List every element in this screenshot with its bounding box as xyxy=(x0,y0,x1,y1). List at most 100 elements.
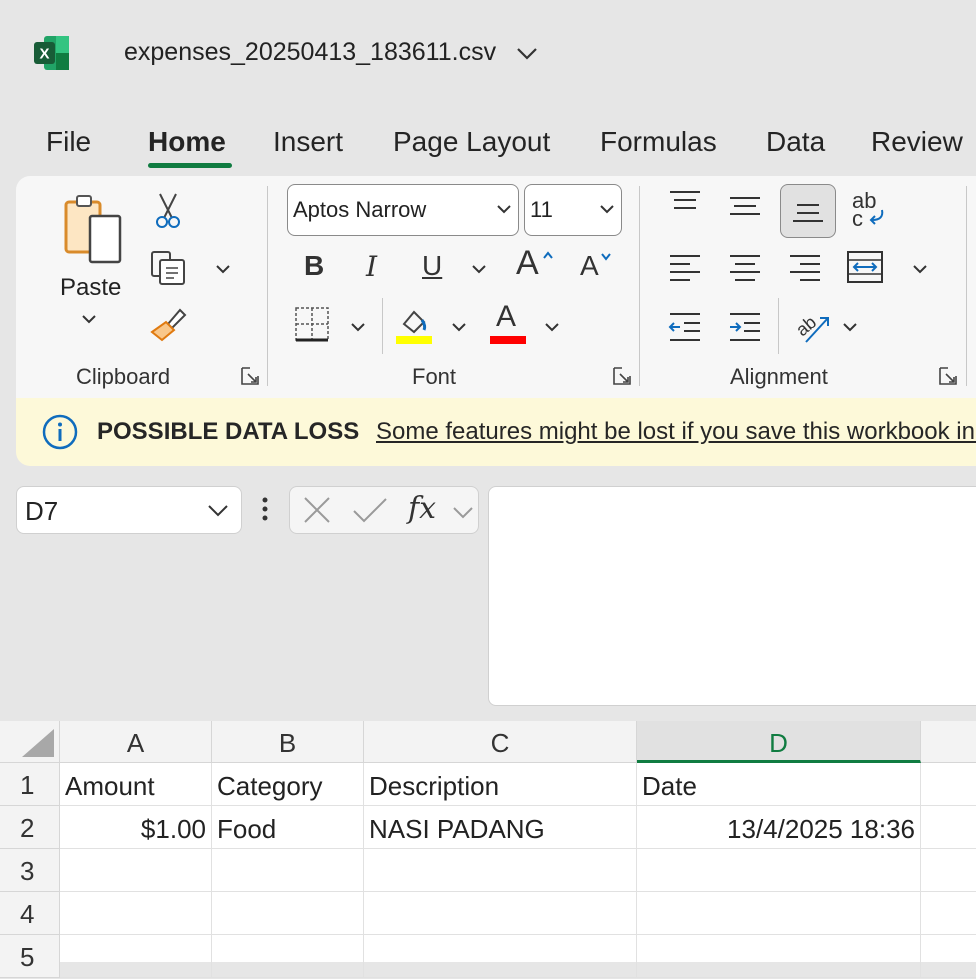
chevron-down-icon[interactable] xyxy=(452,505,474,519)
align-right-icon[interactable] xyxy=(788,252,822,291)
cell-a1[interactable]: Amount xyxy=(60,763,212,806)
cell-d3[interactable] xyxy=(637,849,921,892)
excel-icon[interactable]: X xyxy=(34,34,70,72)
italic-button[interactable]: I xyxy=(366,250,377,283)
increase-indent-icon[interactable] xyxy=(728,310,762,349)
font-size-combo[interactable]: 11 xyxy=(524,184,622,236)
paste-label[interactable]: Paste xyxy=(60,274,121,302)
chevron-down-icon xyxy=(497,205,511,214)
clipboard-dialog-launcher-icon[interactable] xyxy=(240,366,260,386)
insert-function-button[interactable]: fx xyxy=(408,491,436,526)
cell-a2[interactable]: $1.00 xyxy=(60,806,212,849)
underline-button[interactable]: U xyxy=(422,250,442,282)
cell-a5[interactable] xyxy=(60,935,212,978)
font-color-button[interactable]: A xyxy=(490,300,526,346)
column-header-b[interactable]: B xyxy=(212,721,364,763)
format-painter-icon[interactable] xyxy=(150,306,188,347)
formula-input[interactable] xyxy=(488,486,976,706)
enter-check-icon[interactable] xyxy=(352,495,388,525)
cut-icon[interactable] xyxy=(154,192,182,235)
cell-c3[interactable] xyxy=(364,849,637,892)
copy-icon[interactable] xyxy=(150,250,188,291)
file-title[interactable]: expenses_20250413_183611.csv xyxy=(124,38,496,67)
increase-font-size-button[interactable]: A xyxy=(516,244,556,284)
cell-a4[interactable] xyxy=(60,892,212,935)
tab-data[interactable]: Data xyxy=(766,126,825,158)
align-left-icon[interactable] xyxy=(668,252,702,291)
cell-b2[interactable]: Food xyxy=(212,806,364,849)
cell-d2[interactable]: 13/4/2025 18:36 xyxy=(637,806,921,849)
column-header-a[interactable]: A xyxy=(60,721,212,763)
cell-c5[interactable] xyxy=(364,935,637,978)
cell-b1[interactable]: Category xyxy=(212,763,364,806)
cell-e1[interactable] xyxy=(921,763,976,806)
alignment-group-label: Alignment xyxy=(730,364,828,389)
chevron-down-icon[interactable] xyxy=(514,40,540,66)
cell-d1[interactable]: Date xyxy=(637,763,921,806)
fill-color-dropdown-chevron-icon[interactable] xyxy=(451,320,467,338)
merge-dropdown-chevron-icon[interactable] xyxy=(912,262,928,280)
cell-b3[interactable] xyxy=(212,849,364,892)
font-name-combo[interactable]: Aptos Narrow xyxy=(287,184,519,236)
cell-e5[interactable] xyxy=(921,935,976,978)
wrap-text-icon[interactable]: ab c xyxy=(852,188,892,231)
cell-e3[interactable] xyxy=(921,849,976,892)
cancel-icon[interactable] xyxy=(302,495,332,525)
cell-e2[interactable] xyxy=(921,806,976,849)
font-color-glyph: A xyxy=(496,300,517,333)
column-header-c[interactable]: C xyxy=(364,721,637,763)
borders-dropdown-chevron-icon[interactable] xyxy=(350,320,366,338)
font-color-dropdown-chevron-icon[interactable] xyxy=(544,320,560,338)
cell-d5[interactable] xyxy=(637,935,921,978)
fill-color-icon[interactable] xyxy=(396,304,434,351)
font-dialog-launcher-icon[interactable] xyxy=(612,366,632,386)
banner-message-link[interactable]: Some features might be lost if you save … xyxy=(376,418,976,446)
ribbon: Paste Clipboard Aptos Narrow 11 B I U A … xyxy=(16,176,976,399)
cell-e4[interactable] xyxy=(921,892,976,935)
svg-text:X: X xyxy=(39,46,49,63)
name-box[interactable]: D7 xyxy=(16,486,242,534)
cell-a3[interactable] xyxy=(60,849,212,892)
orientation-dropdown-chevron-icon[interactable] xyxy=(842,320,858,338)
row-header-3[interactable]: 3 xyxy=(0,849,60,892)
cell-d4[interactable] xyxy=(637,892,921,935)
align-center-icon[interactable] xyxy=(728,252,762,291)
select-all-button[interactable] xyxy=(0,721,60,763)
row-header-1[interactable]: 1 xyxy=(0,763,60,806)
alignment-dialog-launcher-icon[interactable] xyxy=(938,366,958,386)
top-align-icon[interactable] xyxy=(668,190,702,221)
select-all-triangle-icon xyxy=(22,729,54,757)
paste-icon xyxy=(62,192,132,287)
column-header-e[interactable] xyxy=(921,721,976,763)
paste-button[interactable] xyxy=(62,192,132,282)
cell-c1[interactable]: Description xyxy=(364,763,637,806)
row-header-5[interactable]: 5 xyxy=(0,935,60,978)
cell-b5[interactable] xyxy=(212,935,364,978)
cell-c4[interactable] xyxy=(364,892,637,935)
tab-page-layout[interactable]: Page Layout xyxy=(393,126,550,158)
tab-formulas[interactable]: Formulas xyxy=(600,126,717,158)
column-header-d[interactable]: D xyxy=(637,721,921,763)
middle-align-icon[interactable] xyxy=(728,196,762,227)
cell-c2[interactable]: NASI PADANG xyxy=(364,806,637,849)
paste-dropdown-chevron-icon[interactable] xyxy=(80,312,98,331)
underline-dropdown-chevron-icon[interactable] xyxy=(471,262,487,280)
row-header-2[interactable]: 2 xyxy=(0,806,60,849)
cell-b4[interactable] xyxy=(212,892,364,935)
orientation-icon[interactable]: ab xyxy=(792,306,832,351)
merge-center-icon[interactable] xyxy=(846,248,884,291)
decrease-indent-icon[interactable] xyxy=(668,310,702,349)
more-options-icon[interactable] xyxy=(258,496,272,529)
tab-review[interactable]: Review xyxy=(871,126,963,158)
font-color-swatch xyxy=(490,336,526,344)
tab-insert[interactable]: Insert xyxy=(273,126,343,158)
tab-file[interactable]: File xyxy=(46,126,91,158)
copy-dropdown-chevron-icon[interactable] xyxy=(214,262,232,281)
tab-home[interactable]: Home xyxy=(148,126,226,158)
row-header-4[interactable]: 4 xyxy=(0,892,60,935)
borders-icon[interactable] xyxy=(294,306,330,347)
bottom-align-button[interactable] xyxy=(780,184,836,238)
decrease-font-size-button[interactable]: A xyxy=(580,250,620,286)
info-icon xyxy=(42,414,78,455)
bold-button[interactable]: B xyxy=(304,250,324,282)
